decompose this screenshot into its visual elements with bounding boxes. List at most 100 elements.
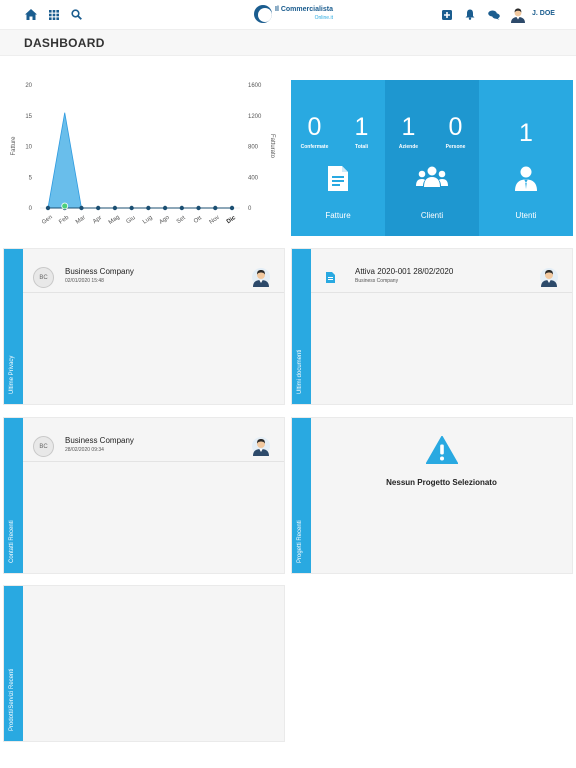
data-point-fatturato xyxy=(213,205,218,211)
invoices-chart: 20 15 10 5 0 1600 1200 800 400 0 Gen Feb Mar Apr Mag… xyxy=(0,72,285,237)
bell-icon[interactable] xyxy=(463,8,476,21)
company-avatar: BC xyxy=(33,267,54,288)
logo-mark-icon xyxy=(254,5,272,23)
data-point-fatturato xyxy=(179,205,185,211)
empty-message: Nessun Progetto Selezionato xyxy=(386,478,497,487)
y-tick-label: 15 xyxy=(25,114,32,120)
list-item[interactable]: BC Business Company 28/02/2020 09:34 xyxy=(23,418,284,462)
panel-prodotti-servizi-recenti: Prodotti/Servizi Recenti xyxy=(3,585,285,742)
panel-side-bar: Prodotti/Servizi Recenti xyxy=(4,586,23,741)
page-header: DASHBOARD xyxy=(0,29,576,56)
x-tick-label: Feb xyxy=(58,214,70,225)
item-title: Business Company xyxy=(65,267,134,276)
data-point-fatturato xyxy=(45,205,51,211)
data-point-fatturato xyxy=(162,205,168,211)
y2-tick-label: 800 xyxy=(248,145,259,151)
panel-contatti-recenti: Contatti Recenti BC Business Company 28/… xyxy=(3,417,285,574)
data-point-fatturato xyxy=(112,205,118,211)
item-title: Business Company xyxy=(65,436,134,445)
x-tick-label: Ago xyxy=(158,214,171,225)
person-avatar-icon xyxy=(252,267,270,287)
panel-progetti-recenti: Progetti Recenti Nessun Progetto Selezio… xyxy=(291,417,573,574)
stat-clienti-label: Clienti xyxy=(420,211,444,220)
side-label-progetti: Progetti Recenti xyxy=(297,520,303,563)
grid-icon[interactable] xyxy=(47,8,60,21)
x-tick-label: Dic xyxy=(226,215,238,226)
fatture-confermate-label: Confermate xyxy=(300,144,329,150)
logo-line2: Online.it xyxy=(314,15,333,21)
chart-ylabel: Fatture xyxy=(11,136,17,156)
item-title: Attiva 2020-001 28/02/2020 xyxy=(355,267,454,276)
document-icon xyxy=(326,270,335,288)
x-tick-label: Nov xyxy=(209,215,221,226)
utenti-count: 1 xyxy=(519,119,533,147)
x-tick-label: Lug xyxy=(142,215,154,226)
home-icon[interactable] xyxy=(24,8,37,21)
x-tick-label: Set xyxy=(176,215,187,225)
stat-utenti[interactable]: 1 Utenti xyxy=(479,80,573,236)
x-tick-label: Gen xyxy=(41,214,54,225)
y-tick-label: 0 xyxy=(29,206,33,212)
clienti-persone-label: Persone xyxy=(445,144,466,150)
x-tick-label: Mag xyxy=(108,214,121,226)
panel-side-bar: Progetti Recenti xyxy=(292,418,311,573)
stat-fatture[interactable]: 0 Confermate 1 Totali Fatture xyxy=(291,80,385,236)
stat-clienti[interactable]: 1 Aziende 0 Persone Clienti xyxy=(385,80,479,236)
app-logo[interactable]: Il Commercialista Online.it xyxy=(254,4,333,24)
empty-state: Nessun Progetto Selezionato xyxy=(311,418,572,573)
plus-square-icon[interactable] xyxy=(440,8,453,21)
item-subtitle: Business Company xyxy=(355,278,399,284)
y-tick-label: 5 xyxy=(29,175,33,181)
data-point-fatturato xyxy=(196,205,201,211)
fatture-totali-count: 1 xyxy=(354,113,369,141)
x-tick-label: Ott xyxy=(193,215,203,225)
list-item[interactable]: BC Business Company 02/01/2020 15:48 xyxy=(23,249,284,293)
side-label-contatti: Contatti Recenti xyxy=(9,520,15,563)
chat-icon[interactable] xyxy=(487,8,500,21)
panel-side-bar: Contatti Recenti xyxy=(4,418,23,573)
search-icon[interactable] xyxy=(70,8,83,21)
clienti-persone-count: 0 xyxy=(448,113,463,141)
panel-side-bar: Ultimi documenti xyxy=(292,249,311,404)
panel-side-bar: Ultime Privacy xyxy=(4,249,23,404)
stat-utenti-label: Utenti xyxy=(515,211,537,220)
data-point-fatturato xyxy=(229,205,235,211)
y2-tick-label: 400 xyxy=(248,175,259,181)
user-name[interactable]: J. DOE xyxy=(532,10,555,17)
list-item[interactable]: Attiva 2020-001 28/02/2020 Business Comp… xyxy=(311,249,572,293)
item-date: 02/01/2020 15:48 xyxy=(65,278,104,284)
person-avatar-icon xyxy=(252,436,270,456)
stat-fatture-label: Fatture xyxy=(325,211,351,220)
x-tick-label: Mar xyxy=(75,215,87,226)
panel-ultimi-documenti: Ultimi documenti Attiva 2020-001 28/02/2… xyxy=(291,248,573,405)
panel-ultime-privacy: Ultime Privacy BC Business Company 02/01… xyxy=(3,248,285,405)
item-date: 28/02/2020 09:34 xyxy=(65,447,104,453)
side-label-documenti: Ultimi documenti xyxy=(297,349,303,394)
users-group-icon xyxy=(385,166,479,188)
company-avatar: BC xyxy=(33,436,54,457)
fatture-confermate-count: 0 xyxy=(307,113,322,141)
data-point-fatturato xyxy=(95,205,101,211)
stats-panel: 0 Confermate 1 Totali Fatture 1 Aziende 0 Pe… xyxy=(291,80,573,236)
logo-line1: Il Commercialista xyxy=(275,6,333,13)
x-tick-label: Giu xyxy=(126,215,137,225)
side-label-privacy: Ultime Privacy xyxy=(9,355,15,394)
series-fatture-area xyxy=(47,112,232,209)
user-icon xyxy=(479,166,573,191)
side-label-prodotti: Prodotti/Servizi Recenti xyxy=(9,668,15,731)
chart-svg: 20 15 10 5 0 1600 1200 800 400 0 Gen Feb Mar Apr Mag… xyxy=(11,83,275,226)
data-point-highlight xyxy=(61,202,69,210)
x-tick-label: Apr xyxy=(92,215,103,225)
y-tick-label: 10 xyxy=(25,145,32,151)
page-title: DASHBOARD xyxy=(24,36,105,50)
y2-tick-label: 1200 xyxy=(248,114,262,120)
y-tick-label: 20 xyxy=(25,83,32,89)
fatture-totali-label: Totali xyxy=(355,144,368,150)
user-avatar[interactable] xyxy=(511,7,525,23)
y2-tick-label: 1600 xyxy=(248,83,262,89)
person-avatar-icon xyxy=(540,267,558,287)
data-point-fatturato xyxy=(129,205,134,211)
clienti-aziende-count: 1 xyxy=(401,113,416,141)
data-point-fatturato xyxy=(79,205,84,211)
data-point-fatturato xyxy=(146,205,151,211)
